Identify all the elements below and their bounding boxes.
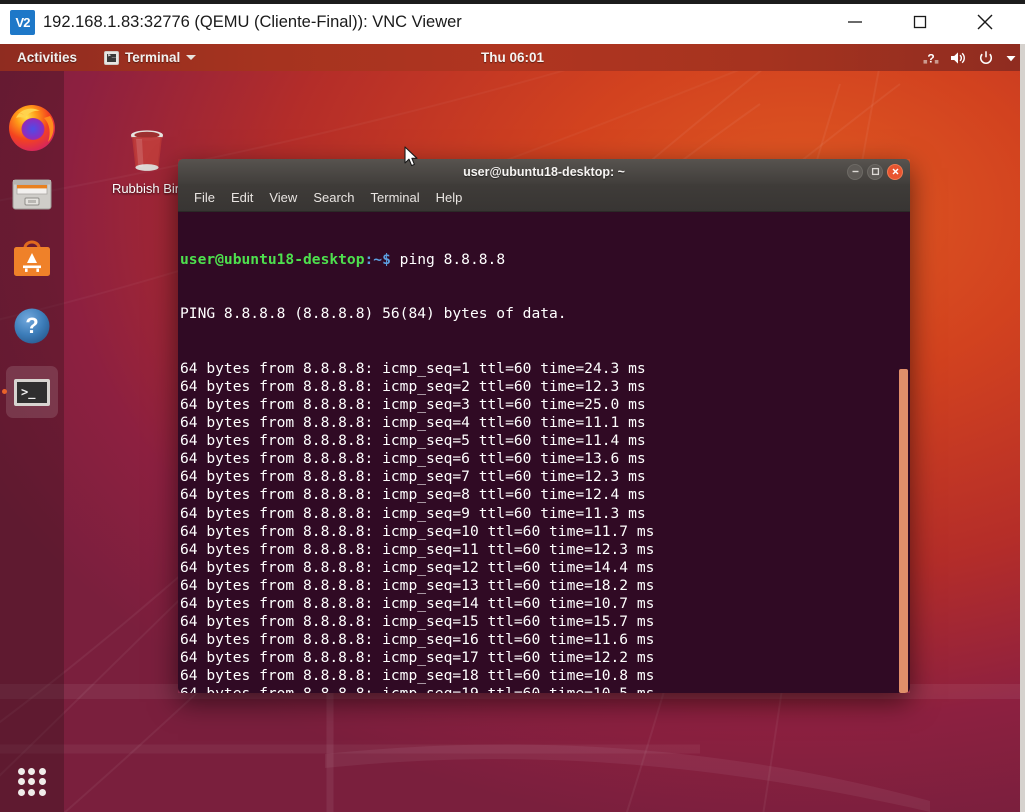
terminal-line: 64 bytes from 8.8.8.8: icmp_seq=16 ttl=6… <box>180 631 654 649</box>
terminal-line: 64 bytes from 8.8.8.8: icmp_seq=6 ttl=60… <box>180 450 654 468</box>
menu-edit[interactable]: Edit <box>223 187 261 208</box>
volume-icon[interactable] <box>950 50 967 66</box>
grid-dot-icon <box>28 789 35 796</box>
terminal-line: 64 bytes from 8.8.8.8: icmp_seq=12 ttl=6… <box>180 559 654 577</box>
terminal-line: 64 bytes from 8.8.8.8: icmp_seq=11 ttl=6… <box>180 541 654 559</box>
network-question-icon[interactable]: ? <box>923 50 939 66</box>
terminal-text: user@ubuntu18-desktop:~$ ping 8.8.8.8 PI… <box>180 212 654 693</box>
grid-dot-icon <box>28 768 35 775</box>
terminal-line: 64 bytes from 8.8.8.8: icmp_seq=7 ttl=60… <box>180 468 654 486</box>
prompt-path: :~$ <box>365 251 400 268</box>
terminal-output-area[interactable]: user@ubuntu18-desktop:~$ ping 8.8.8.8 PI… <box>178 212 910 693</box>
activities-label: Activities <box>17 50 77 65</box>
close-icon <box>975 12 995 32</box>
terminal-window-title: user@ubuntu18-desktop: ~ <box>463 165 625 179</box>
terminal-titlebar[interactable]: user@ubuntu18-desktop: ~ <box>178 159 910 184</box>
terminal-line: 64 bytes from 8.8.8.8: icmp_seq=4 ttl=60… <box>180 414 654 432</box>
running-indicator-icon <box>2 389 7 394</box>
close-icon <box>891 167 900 176</box>
system-tray[interactable]: ? <box>923 44 1017 71</box>
menu-search[interactable]: Search <box>305 187 362 208</box>
vnc-viewer-window: V2 192.168.1.83:32776 (QEMU (Cliente-Fin… <box>0 0 1025 812</box>
firefox-icon <box>6 102 58 154</box>
svg-text:>_: >_ <box>21 385 36 400</box>
grid-dot-icon <box>39 778 46 785</box>
grid-dot-icon <box>39 789 46 796</box>
rubbish-bin-label: Rubbish Bin <box>112 181 182 196</box>
terminal-window-controls <box>847 159 903 184</box>
svg-text:?: ? <box>927 51 934 65</box>
terminal-line: 64 bytes from 8.8.8.8: icmp_seq=5 ttl=60… <box>180 432 654 450</box>
terminal-line: 64 bytes from 8.8.8.8: icmp_seq=14 ttl=6… <box>180 595 654 613</box>
dock-item-ubuntu-software[interactable] <box>6 234 58 286</box>
dock-item-firefox[interactable] <box>6 102 58 154</box>
grid-dot-icon <box>18 768 25 775</box>
terminal-line: 64 bytes from 8.8.8.8: icmp_seq=3 ttl=60… <box>180 396 654 414</box>
maximize-icon <box>911 13 929 31</box>
dock-item-help[interactable]: ? <box>6 300 58 352</box>
vnc-titlebar: V2 192.168.1.83:32776 (QEMU (Cliente-Fin… <box>0 0 1025 44</box>
svg-text:?: ? <box>25 313 38 338</box>
terminal-icon <box>104 51 119 65</box>
vnc-remote-canvas[interactable]: Activities Terminal Thu 06:01 ? <box>0 44 1025 812</box>
show-applications-button[interactable] <box>10 760 54 804</box>
terminal-window[interactable]: user@ubuntu18-desktop: ~ <box>178 159 910 693</box>
terminal-close-button[interactable] <box>887 164 903 180</box>
terminal-line: 64 bytes from 8.8.8.8: icmp_seq=1 ttl=60… <box>180 360 654 378</box>
terminal-prompt-line: user@ubuntu18-desktop:~$ ping 8.8.8.8 <box>180 251 654 269</box>
terminal-maximize-button[interactable] <box>867 164 883 180</box>
terminal-line: 64 bytes from 8.8.8.8: icmp_seq=10 ttl=6… <box>180 523 654 541</box>
minimize-icon <box>851 167 860 176</box>
app-menu-button[interactable]: Terminal <box>98 44 202 71</box>
terminal-line: 64 bytes from 8.8.8.8: icmp_seq=17 ttl=6… <box>180 649 654 667</box>
chevron-down-icon[interactable] <box>1005 52 1017 64</box>
grid-dot-icon <box>18 789 25 796</box>
close-button[interactable] <box>955 0 1015 44</box>
grid-dot-icon <box>28 778 35 785</box>
minimize-button[interactable] <box>825 0 885 44</box>
terminal-icon: >_ <box>6 366 58 418</box>
terminal-scrollbar-thumb[interactable] <box>899 369 908 693</box>
vnc-logo-icon: V2 <box>10 10 35 35</box>
prompt-user-host: user@ubuntu18-desktop <box>180 251 365 268</box>
gnome-top-bar: Activities Terminal Thu 06:01 ? <box>0 44 1025 71</box>
activities-button[interactable]: Activities <box>10 44 84 71</box>
menu-help[interactable]: Help <box>428 187 471 208</box>
menu-terminal[interactable]: Terminal <box>363 187 428 208</box>
terminal-minimize-button[interactable] <box>847 164 863 180</box>
grid-dot-icon <box>39 768 46 775</box>
help-icon: ? <box>6 300 58 352</box>
terminal-menubar: File Edit View Search Terminal Help <box>178 184 910 212</box>
chevron-down-icon <box>186 55 196 60</box>
ubuntu-dock: ? >_ <box>0 71 64 812</box>
minimize-icon <box>846 13 864 31</box>
dock-item-terminal[interactable]: >_ <box>6 366 58 418</box>
dock-item-files[interactable] <box>6 168 58 220</box>
power-icon[interactable] <box>978 50 994 66</box>
app-menu-label: Terminal <box>125 50 180 65</box>
menu-file[interactable]: File <box>186 187 223 208</box>
terminal-scrollbar[interactable] <box>899 212 908 693</box>
maximize-icon <box>871 167 880 176</box>
rubbish-bin-icon <box>120 125 174 177</box>
terminal-ping-output: 64 bytes from 8.8.8.8: icmp_seq=1 ttl=60… <box>180 360 654 693</box>
terminal-line: PING 8.8.8.8 (8.8.8.8) 56(84) bytes of d… <box>180 305 654 323</box>
terminal-line: 64 bytes from 8.8.8.8: icmp_seq=9 ttl=60… <box>180 505 654 523</box>
terminal-line: 64 bytes from 8.8.8.8: icmp_seq=8 ttl=60… <box>180 486 654 504</box>
terminal-line: 64 bytes from 8.8.8.8: icmp_seq=15 ttl=6… <box>180 613 654 631</box>
menu-view[interactable]: View <box>261 187 305 208</box>
ubuntu-software-icon <box>6 234 58 286</box>
terminal-line: 64 bytes from 8.8.8.8: icmp_seq=19 ttl=6… <box>180 685 654 693</box>
terminal-line: 64 bytes from 8.8.8.8: icmp_seq=13 ttl=6… <box>180 577 654 595</box>
grid-dot-icon <box>18 778 25 785</box>
files-icon <box>6 168 58 220</box>
terminal-line: 64 bytes from 8.8.8.8: icmp_seq=18 ttl=6… <box>180 667 654 685</box>
maximize-button[interactable] <box>890 0 950 44</box>
terminal-line: 64 bytes from 8.8.8.8: icmp_seq=2 ttl=60… <box>180 378 654 396</box>
terminal-command: ping 8.8.8.8 <box>400 251 505 268</box>
vnc-right-edge-scrollbar[interactable] <box>1020 44 1025 812</box>
vnc-window-title: 192.168.1.83:32776 (QEMU (Cliente-Final)… <box>43 10 462 35</box>
